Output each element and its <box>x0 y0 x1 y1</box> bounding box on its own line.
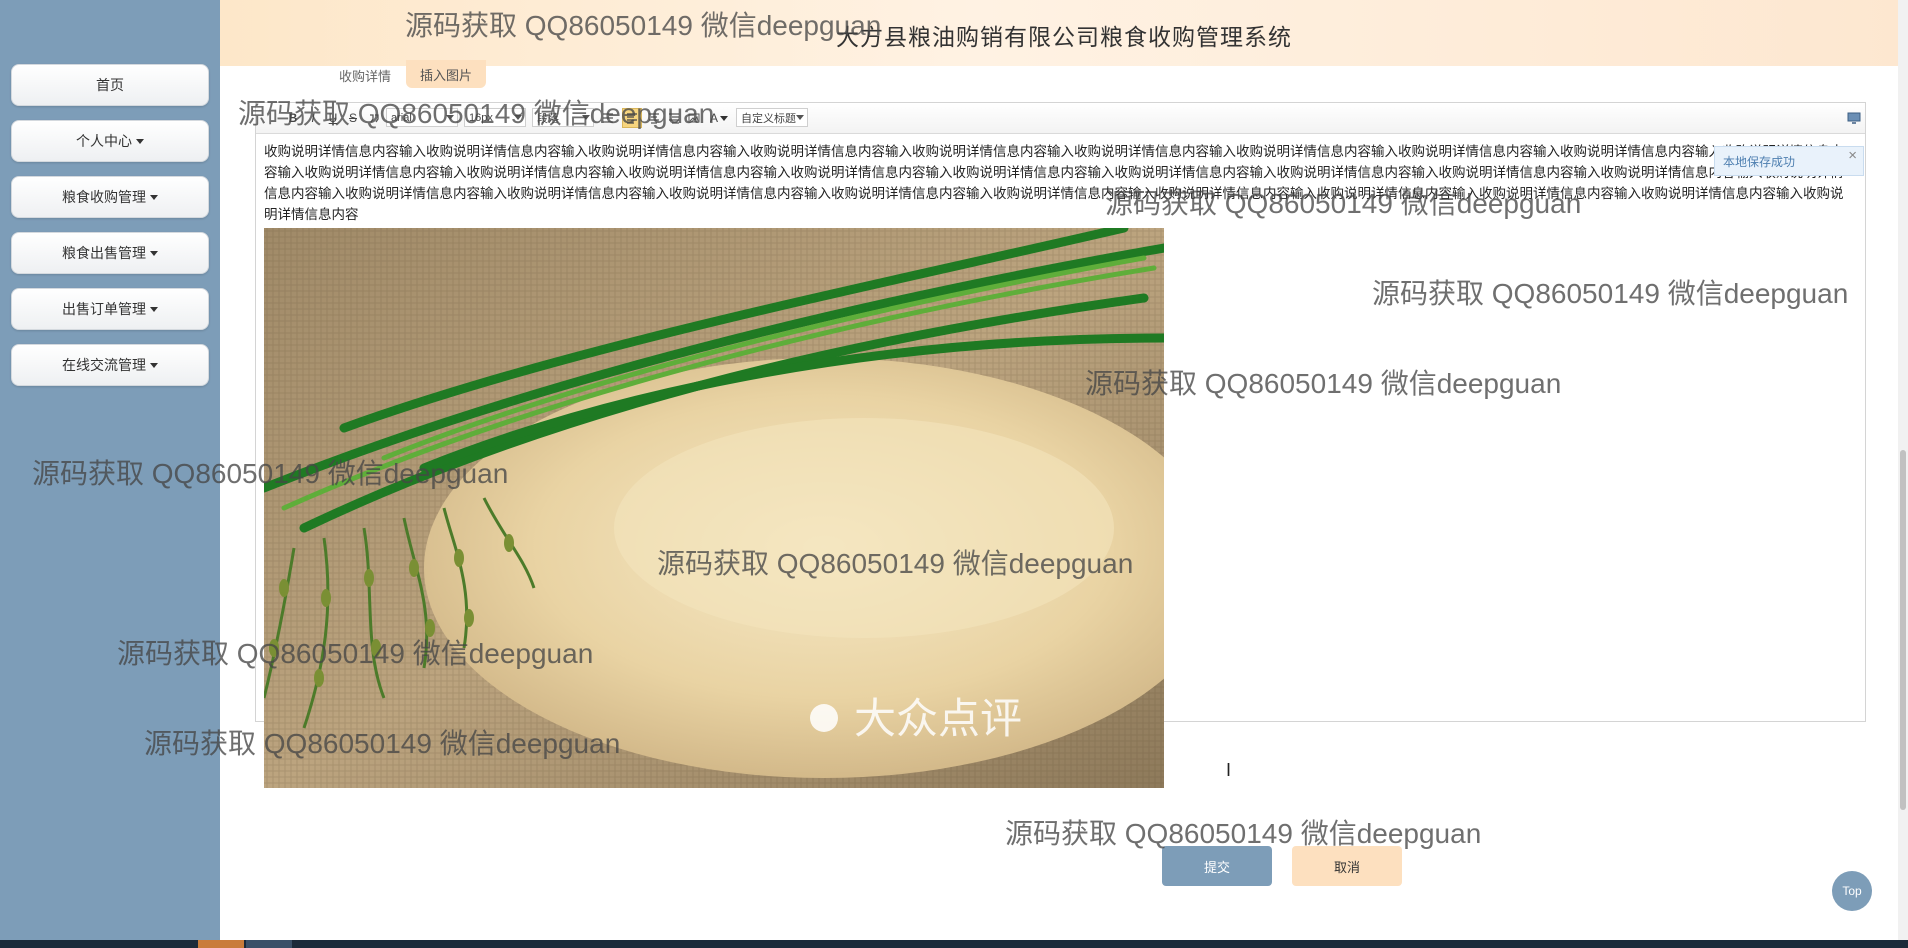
sidebar-item-sale-orders[interactable]: 出售订单管理 <box>11 288 209 330</box>
underline-button[interactable]: U <box>326 108 340 128</box>
italic-button[interactable]: I <box>306 108 320 128</box>
insert-image-button[interactable]: 插入图片 <box>406 60 486 88</box>
rich-text-editor[interactable]: B I U S arial 16px 段落 A 自定义标题 收购说明详情信息内容… <box>255 102 1866 788</box>
save-toast-text: 本地保存成功 <box>1723 154 1796 169</box>
align-left-icon <box>627 113 637 124</box>
paragraph-select[interactable]: 段落 <box>532 108 594 127</box>
caret-down-icon <box>150 306 158 312</box>
sidebar: 首页 个人中心 粮食收购管理 粮食出售管理 出售订单管理 在线交流管理 <box>0 0 220 940</box>
image-logo-text: 大众点评 <box>854 694 1022 743</box>
font-size-select[interactable]: 16px <box>464 108 526 127</box>
image-icon <box>688 113 700 123</box>
sidebar-item-grain-purchase[interactable]: 粮食收购管理 <box>11 176 209 218</box>
font-family-select[interactable]: arial <box>386 108 458 127</box>
quote-icon <box>370 114 379 123</box>
caret-down-icon <box>150 362 158 368</box>
caret-down-icon <box>136 138 144 144</box>
page: 首页 个人中心 粮食收购管理 粮食出售管理 出售订单管理 在线交流管理 大方县粮… <box>0 0 1908 948</box>
align-center-button[interactable] <box>646 108 662 128</box>
scrollbar-thumb[interactable] <box>1900 450 1906 810</box>
sidebar-item-label: 粮食收购管理 <box>62 189 146 205</box>
custom-title-select[interactable]: 自定义标题 <box>736 108 808 127</box>
caret-down-icon <box>514 115 522 120</box>
caret-down-icon <box>796 115 804 120</box>
strike-button[interactable]: S <box>346 108 360 128</box>
editor-toolbar: B I U S arial 16px 段落 A 自定义标题 <box>256 103 1865 134</box>
caret-down-icon <box>720 115 728 121</box>
quote-button[interactable] <box>366 108 382 128</box>
sidebar-item-label: 首页 <box>96 77 124 93</box>
list-icon <box>603 113 613 123</box>
sidebar-item-label: 个人中心 <box>76 133 132 149</box>
taskbar-app[interactable] <box>246 940 292 948</box>
editor-body[interactable]: 收购说明详情信息内容输入收购说明详情信息内容输入收购说明详情信息内容输入收购说明… <box>264 141 1854 788</box>
sidebar-item-home[interactable]: 首页 <box>11 64 209 106</box>
caret-down-icon <box>446 115 454 120</box>
preview-button[interactable] <box>1846 108 1862 128</box>
bold-button[interactable]: B <box>286 108 300 128</box>
field-label-purchase-detail: 收购详情 <box>339 69 392 84</box>
font-color-button[interactable]: A <box>708 108 730 128</box>
sidebar-item-personal-center[interactable]: 个人中心 <box>11 120 209 162</box>
sidebar-item-grain-sale[interactable]: 粮食出售管理 <box>11 232 209 274</box>
paragraph-value: 段落 <box>537 112 559 125</box>
text-cursor-icon: I <box>1226 760 1232 780</box>
header: 大方县粮油购销有限公司粮食收购管理系统 <box>220 0 1908 67</box>
back-to-top-button[interactable]: Top <box>1832 871 1872 911</box>
font-size-value: 16px <box>469 111 493 124</box>
save-toast: 本地保存成功 × <box>1714 146 1864 176</box>
list-button[interactable] <box>600 108 616 128</box>
sidebar-item-online-chat[interactable]: 在线交流管理 <box>11 344 209 386</box>
align-right-icon <box>669 113 679 124</box>
taskbar-app[interactable] <box>198 940 244 948</box>
page-scrollbar[interactable] <box>1898 0 1908 940</box>
page-title: 大方县粮油购销有限公司粮食收购管理系统 <box>836 24 1292 50</box>
custom-title-value: 自定义标题 <box>741 112 796 125</box>
os-taskbar <box>0 940 1908 948</box>
caret-down-icon <box>150 250 158 256</box>
editor-text: 收购说明详情信息内容输入收购说明详情信息内容输入收购说明详情信息内容输入收购说明… <box>264 144 1844 222</box>
align-right-button[interactable] <box>666 108 682 128</box>
toast-close-icon[interactable]: × <box>1848 147 1857 164</box>
sidebar-item-label: 粮食出售管理 <box>62 245 146 261</box>
main-content: 收购详情 插入图片 B I U S arial 16px 段落 A 自定义标题 … <box>220 60 1908 940</box>
align-center-icon <box>649 113 659 124</box>
rice-image: 大众点评 <box>264 228 1164 788</box>
sidebar-item-label: 出售订单管理 <box>62 301 146 317</box>
caret-down-icon <box>582 115 590 120</box>
font-family-value: arial <box>391 111 412 124</box>
sidebar-item-label: 在线交流管理 <box>62 357 146 373</box>
align-left-button[interactable] <box>622 108 642 128</box>
submit-button[interactable]: 提交 <box>1162 846 1272 886</box>
font-color-label: A <box>709 111 718 125</box>
cancel-button[interactable]: 取消 <box>1292 846 1402 886</box>
image-button[interactable] <box>686 108 702 128</box>
monitor-icon <box>1847 112 1861 124</box>
caret-down-icon <box>150 194 158 200</box>
